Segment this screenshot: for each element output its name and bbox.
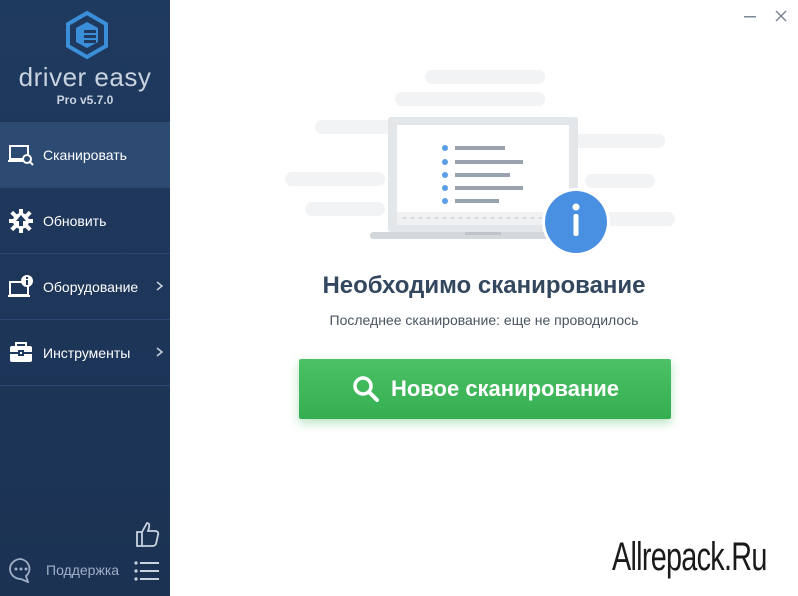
search-icon xyxy=(353,376,379,402)
sidebar-item-label: Инструменты xyxy=(43,344,131,361)
brand-name: driver easy xyxy=(18,62,152,92)
support-label: Поддержка xyxy=(46,562,120,578)
menu-icon[interactable] xyxy=(134,560,160,582)
toolbox-icon xyxy=(8,340,34,366)
new-scan-button-label: Новое сканирование xyxy=(390,376,620,401)
driver-easy-logo-icon xyxy=(66,10,108,60)
sidebar: driver easy Pro v5.7.0 Сканировать Обнов… xyxy=(0,0,170,596)
scan-needed-illustration xyxy=(285,70,675,256)
chevron-right-icon xyxy=(156,281,164,291)
hardware-info-icon xyxy=(8,274,34,300)
new-scan-button[interactable]: Новое сканирование xyxy=(299,359,671,419)
laptop-search-icon xyxy=(8,142,34,168)
last-scan-status: Последнее сканирование: еще не проводило… xyxy=(329,312,639,328)
version-label: Pro v5.7.0 xyxy=(56,93,114,107)
sidebar-item-label: Сканировать xyxy=(43,146,127,163)
watermark-text: Allrepack.Ru xyxy=(612,535,767,579)
sidebar-item-hardware[interactable]: Оборудование xyxy=(0,254,170,320)
sidebar-item-tools[interactable]: Инструменты xyxy=(0,320,170,386)
sidebar-nav: Сканировать Обновить Оборудование Инстру… xyxy=(0,122,170,386)
page-title: Необходимо сканирование xyxy=(322,272,646,299)
logo: driver easy Pro v5.7.0 xyxy=(0,0,170,122)
sidebar-item-label: Оборудование xyxy=(43,278,139,295)
close-icon[interactable] xyxy=(772,7,790,25)
gear-update-icon xyxy=(8,208,34,234)
support-link[interactable]: Поддержка xyxy=(8,556,119,584)
sidebar-item-scan[interactable]: Сканировать xyxy=(0,122,170,188)
chat-bubble-icon xyxy=(9,558,31,583)
chevron-right-icon xyxy=(156,347,164,357)
sidebar-item-update[interactable]: Обновить xyxy=(0,188,170,254)
sidebar-item-label: Обновить xyxy=(43,212,107,229)
thumbs-up-icon[interactable] xyxy=(134,520,160,548)
minimize-icon[interactable] xyxy=(742,8,758,24)
